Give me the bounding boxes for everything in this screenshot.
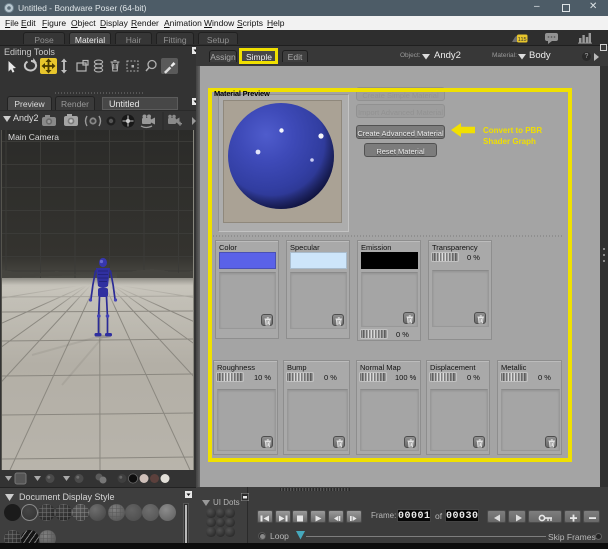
- svg-text:115: 115: [518, 37, 527, 43]
- svg-text:Main Camera: Main Camera: [8, 132, 59, 142]
